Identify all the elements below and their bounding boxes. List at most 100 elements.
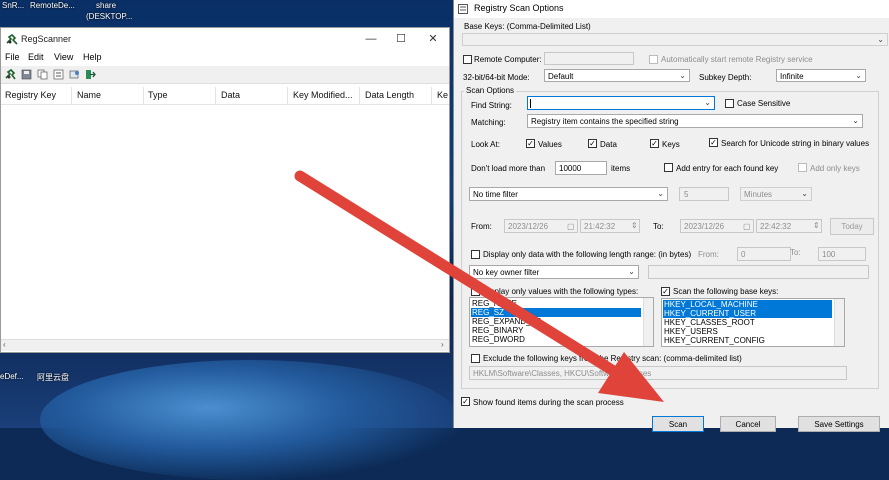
time-unit-select[interactable]: Minutes ⌄ bbox=[740, 187, 812, 201]
exclude-keys-input[interactable]: HKLM\Software\Classes, HKCU\Software\Cla… bbox=[469, 366, 847, 380]
list-item[interactable]: HKEY_LOCAL_MACHINE bbox=[663, 300, 832, 309]
remote-computer-input[interactable] bbox=[544, 52, 634, 65]
list-item[interactable]: HKEY_CURRENT_CONFIG bbox=[664, 336, 765, 345]
items-label: items bbox=[611, 164, 631, 173]
horizontal-scrollbar[interactable]: ‹ › bbox=[1, 339, 449, 351]
time-amount-input[interactable]: 5 bbox=[679, 187, 729, 201]
to-time-picker[interactable]: 22:42:32 ⇕ bbox=[756, 219, 822, 233]
list-item[interactable]: HKEY_CURRENT_USER bbox=[663, 309, 832, 318]
menu-file[interactable]: File bbox=[5, 52, 20, 62]
matching-select[interactable]: Registry item contains the specified str… bbox=[527, 114, 863, 128]
regscanner-icon bbox=[6, 34, 18, 45]
subkey-depth-select[interactable]: Infinite ⌄ bbox=[776, 69, 866, 82]
values-checkbox[interactable]: ✓ bbox=[526, 139, 535, 148]
today-button[interactable]: Today bbox=[830, 218, 874, 235]
column-divider[interactable] bbox=[359, 87, 360, 105]
desktop-icon-label[interactable]: eDef... bbox=[0, 372, 24, 381]
menu-view[interactable]: View bbox=[54, 52, 73, 62]
results-list[interactable] bbox=[1, 106, 449, 338]
remote-computer-checkbox[interactable] bbox=[463, 55, 472, 64]
desktop-icon-label[interactable]: 阿里云盘 bbox=[37, 372, 69, 383]
keys-label: Keys bbox=[662, 140, 680, 149]
from-date-picker[interactable]: 2023/12/26 ▢ bbox=[504, 219, 578, 233]
base-keys-list[interactable]: HKEY_LOCAL_MACHINE HKEY_CURRENT_USER HKE… bbox=[661, 298, 845, 347]
desktop-icon-label[interactable]: SnR... bbox=[2, 1, 24, 10]
text-cursor bbox=[530, 99, 531, 108]
mode-select[interactable]: Default ⌄ bbox=[544, 69, 690, 82]
save-settings-button[interactable]: Save Settings bbox=[798, 416, 880, 432]
values-label: Values bbox=[538, 140, 562, 149]
chevron-down-icon: ⌄ bbox=[801, 189, 808, 198]
column-data-length[interactable]: Data Length bbox=[365, 90, 414, 100]
scroll-right-icon[interactable]: › bbox=[441, 340, 444, 349]
list-item[interactable]: HKEY_CLASSES_ROOT bbox=[664, 318, 755, 327]
cancel-button[interactable]: Cancel bbox=[720, 416, 776, 432]
length-from-input[interactable]: 0 bbox=[737, 247, 791, 261]
value-types-checkbox[interactable] bbox=[471, 287, 480, 296]
to-label: To: bbox=[653, 222, 664, 231]
desktop-icon-label[interactable]: share bbox=[96, 1, 116, 10]
max-items-input[interactable]: 10000 bbox=[555, 161, 607, 175]
desktop-icon-label[interactable]: RemoteDe... bbox=[30, 1, 75, 10]
length-to-input[interactable]: 100 bbox=[818, 247, 866, 261]
add-only-keys-checkbox[interactable] bbox=[798, 163, 807, 172]
menu-help[interactable]: Help bbox=[83, 52, 102, 62]
vertical-scrollbar[interactable] bbox=[834, 299, 844, 346]
value-types-list[interactable]: REG_NONE REG_SZ REG_EXPAND_SZ REG_BINARY… bbox=[469, 297, 654, 347]
chevron-down-icon: ⌄ bbox=[628, 267, 635, 276]
show-found-checkbox[interactable]: ✓ bbox=[461, 397, 470, 406]
copy-icon[interactable] bbox=[37, 69, 48, 80]
column-data[interactable]: Data bbox=[221, 90, 240, 100]
owner-filter-input[interactable] bbox=[648, 265, 869, 279]
title-bar[interactable]: RegScanner — ☐ ✕ bbox=[1, 28, 449, 50]
list-item[interactable]: REG_SZ bbox=[471, 308, 641, 317]
scan-base-keys-checkbox[interactable]: ✓ bbox=[661, 287, 670, 296]
maximize-icon[interactable]: ☐ bbox=[387, 31, 415, 47]
column-key-owner[interactable]: Ke bbox=[437, 90, 448, 100]
list-item[interactable]: REG_NONE bbox=[472, 299, 517, 308]
unicode-search-checkbox[interactable]: ✓ bbox=[709, 138, 718, 147]
column-divider[interactable] bbox=[287, 87, 288, 105]
spin-icon: ⇕ bbox=[631, 221, 638, 230]
column-divider[interactable] bbox=[431, 87, 432, 105]
refresh-icon[interactable] bbox=[69, 69, 80, 80]
from-time-picker[interactable]: 21:42:32 ⇕ bbox=[580, 219, 640, 233]
column-divider[interactable] bbox=[143, 87, 144, 105]
scroll-left-icon[interactable]: ‹ bbox=[3, 340, 6, 349]
time-filter-select[interactable]: No time filter ⌄ bbox=[469, 187, 668, 201]
regscanner-icon[interactable] bbox=[5, 69, 16, 80]
look-at-label: Look At: bbox=[471, 140, 500, 149]
column-divider[interactable] bbox=[71, 87, 72, 105]
column-key-modified[interactable]: Key Modified... bbox=[293, 90, 353, 100]
find-string-input[interactable]: ⌄ bbox=[527, 96, 715, 110]
list-item[interactable]: REG_DWORD bbox=[472, 335, 525, 344]
add-entry-checkbox[interactable] bbox=[664, 163, 673, 172]
base-keys-combo[interactable]: ⌄ bbox=[462, 33, 888, 46]
scan-button[interactable]: Scan bbox=[652, 416, 704, 432]
auto-start-checkbox[interactable] bbox=[649, 55, 658, 64]
list-item[interactable]: HKEY_USERS bbox=[664, 327, 718, 336]
column-divider[interactable] bbox=[215, 87, 216, 105]
column-registry-key[interactable]: Registry Key bbox=[5, 90, 56, 100]
case-sensitive-checkbox[interactable] bbox=[725, 99, 734, 108]
save-icon[interactable] bbox=[21, 69, 32, 80]
properties-icon[interactable] bbox=[53, 69, 64, 80]
data-checkbox[interactable]: ✓ bbox=[588, 139, 597, 148]
list-item[interactable]: REG_EXPAND_SZ bbox=[472, 317, 541, 326]
length-range-checkbox[interactable] bbox=[471, 250, 480, 259]
to-date-picker[interactable]: 2023/12/26 ▢ bbox=[680, 219, 754, 233]
list-item[interactable]: REG_BINARY bbox=[472, 326, 523, 335]
keys-checkbox[interactable]: ✓ bbox=[650, 139, 659, 148]
desktop-icon-label[interactable]: (DESKTOP... bbox=[86, 12, 132, 21]
minimize-icon[interactable]: — bbox=[357, 31, 385, 47]
exit-icon[interactable] bbox=[85, 69, 96, 80]
menu-edit[interactable]: Edit bbox=[28, 52, 44, 62]
dialog-title-bar[interactable]: Registry Scan Options bbox=[454, 0, 889, 18]
owner-filter-select[interactable]: No key owner filter ⌄ bbox=[469, 265, 639, 279]
column-type[interactable]: Type bbox=[148, 90, 168, 100]
auto-start-label: Automatically start remote Registry serv… bbox=[661, 55, 813, 64]
close-icon[interactable]: ✕ bbox=[419, 31, 447, 47]
exclude-keys-checkbox[interactable] bbox=[471, 354, 480, 363]
column-name[interactable]: Name bbox=[77, 90, 101, 100]
vertical-scrollbar[interactable] bbox=[643, 298, 653, 346]
